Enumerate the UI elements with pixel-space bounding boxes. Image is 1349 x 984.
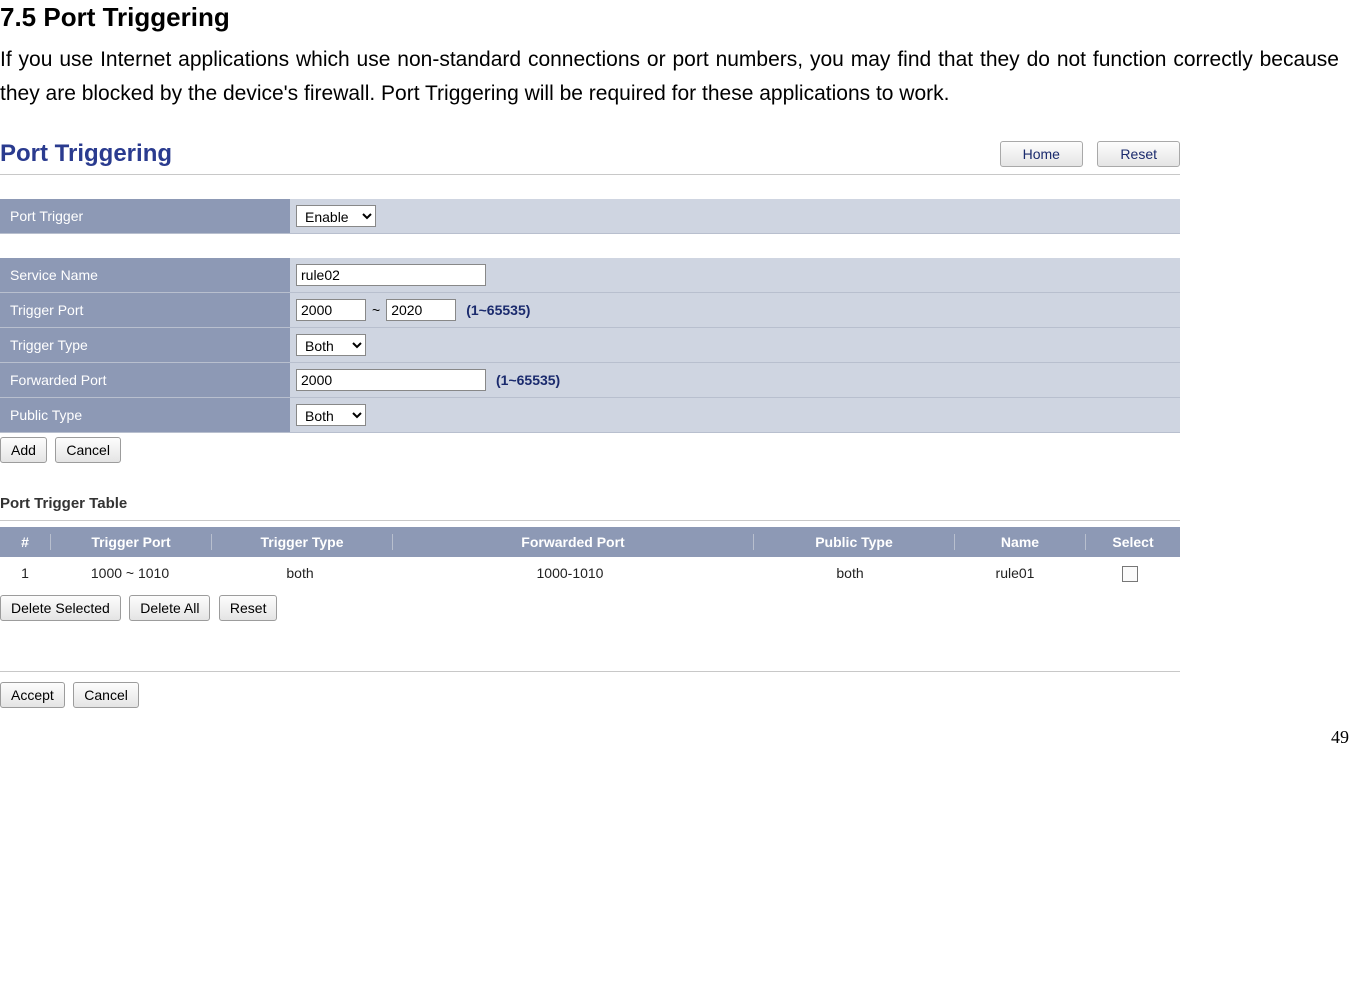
titlebar-divider	[0, 174, 1180, 175]
th-forwarded-port: Forwarded Port	[393, 534, 754, 550]
trigger-port-label: Trigger Port	[0, 302, 290, 318]
td-public-type: both	[750, 565, 950, 581]
trigger-port-hint: (1~65535)	[466, 302, 530, 318]
row-select-checkbox[interactable]	[1122, 566, 1138, 582]
doc-section-heading: 7.5 Port Triggering	[0, 2, 1339, 33]
page-number: 49	[1331, 727, 1349, 748]
th-select: Select	[1086, 534, 1180, 550]
home-button[interactable]: Home	[1000, 141, 1083, 167]
form-cancel-button[interactable]: Cancel	[55, 437, 121, 463]
tilde-separator: ~	[372, 302, 380, 318]
forwarded-port-row: Forwarded Port (1~65535)	[0, 363, 1180, 398]
trigger-port-row: Trigger Port ~ (1~65535)	[0, 293, 1180, 328]
trigger-type-row: Trigger Type Both	[0, 328, 1180, 363]
table-header-row: # Trigger Port Trigger Type Forwarded Po…	[0, 527, 1180, 557]
public-type-row: Public Type Both	[0, 398, 1180, 433]
add-button[interactable]: Add	[0, 437, 47, 463]
port-trigger-select[interactable]: Enable	[296, 205, 376, 227]
td-trigger-port: 1000 ~ 1010	[50, 565, 210, 581]
td-name: rule01	[950, 565, 1080, 581]
delete-all-button[interactable]: Delete All	[129, 595, 210, 621]
td-trigger-type: both	[210, 565, 390, 581]
service-name-row: Service Name	[0, 258, 1180, 293]
table-divider	[0, 520, 1180, 521]
port-trigger-label: Port Trigger	[0, 208, 290, 224]
reset-button[interactable]: Reset	[1097, 141, 1180, 167]
service-name-input[interactable]	[296, 264, 486, 286]
forwarded-port-input[interactable]	[296, 369, 486, 391]
service-name-label: Service Name	[0, 267, 290, 283]
th-public-type: Public Type	[754, 534, 955, 550]
th-index: #	[0, 534, 51, 550]
doc-paragraph: If you use Internet applications which u…	[0, 43, 1339, 110]
delete-selected-button[interactable]: Delete Selected	[0, 595, 121, 621]
forwarded-port-hint: (1~65535)	[496, 372, 560, 388]
public-type-label: Public Type	[0, 407, 290, 423]
table-reset-button[interactable]: Reset	[219, 595, 278, 621]
trigger-type-select[interactable]: Both	[296, 334, 366, 356]
trigger-port-from-input[interactable]	[296, 299, 366, 321]
td-index: 1	[0, 565, 50, 581]
public-type-select[interactable]: Both	[296, 404, 366, 426]
footer-divider	[0, 671, 1180, 672]
th-name: Name	[955, 534, 1086, 550]
forwarded-port-label: Forwarded Port	[0, 372, 290, 388]
trigger-port-to-input[interactable]	[386, 299, 456, 321]
port-triggering-app: Port Triggering Home Reset Port Trigger …	[0, 140, 1180, 708]
port-trigger-table-title: Port Trigger Table	[0, 495, 1180, 512]
footer-cancel-button[interactable]: Cancel	[73, 682, 139, 708]
table-row: 1 1000 ~ 1010 both 1000-1010 both rule01	[0, 557, 1180, 589]
trigger-type-label: Trigger Type	[0, 337, 290, 353]
th-trigger-type: Trigger Type	[212, 534, 393, 550]
app-title: Port Triggering	[0, 140, 172, 168]
accept-button[interactable]: Accept	[0, 682, 65, 708]
port-trigger-row: Port Trigger Enable	[0, 199, 1180, 234]
td-forwarded-port: 1000-1010	[390, 565, 750, 581]
th-trigger-port: Trigger Port	[51, 534, 212, 550]
